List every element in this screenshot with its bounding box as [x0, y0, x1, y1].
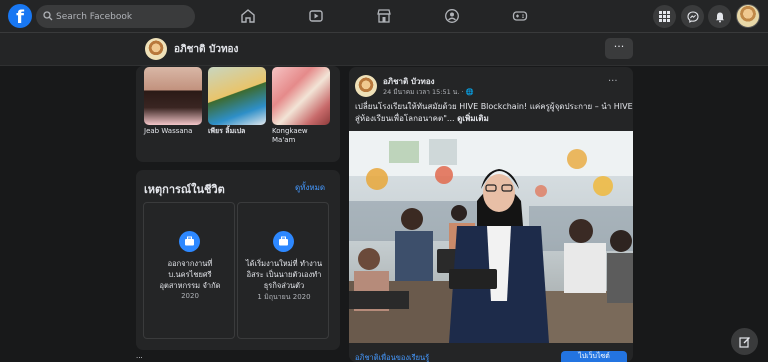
- notifications-button[interactable]: [708, 5, 731, 28]
- top-navigation-bar: f: [0, 0, 768, 33]
- briefcase-icon: [273, 231, 294, 252]
- menu-grid-icon: [659, 11, 670, 22]
- search-icon: [43, 11, 53, 21]
- life-event-tile[interactable]: ได้เริ่มงานใหม่ที่ ทำงานอิสระ เป็นนายตัว…: [237, 202, 329, 339]
- friend-name[interactable]: เพียร ลิ้มเปล: [208, 127, 266, 136]
- bell-icon: [715, 12, 724, 22]
- post-text: เปลี่ยนโรงเรียนให้ทันสมัยด้วย HIVE Block…: [355, 101, 635, 125]
- life-event-text: ออกจากงานที่ บ.นครไชยศรี อุตสาหกรรม จำกั…: [159, 259, 221, 290]
- post-action-button[interactable]: ไปเว็บไซต์: [561, 351, 627, 362]
- menu-button[interactable]: [653, 5, 676, 28]
- profile-header-bar: อภิชาติ บัวทอง ···: [0, 33, 768, 65]
- profile-avatar[interactable]: [145, 38, 167, 60]
- friend-item[interactable]: Kongkaew Ma'am: [272, 67, 330, 145]
- facebook-logo-icon[interactable]: f: [8, 4, 32, 28]
- post-author-avatar[interactable]: [355, 75, 377, 97]
- life-event-date: 2020: [181, 292, 199, 300]
- friend-item[interactable]: Jeab Wassana: [144, 67, 202, 136]
- messenger-icon: [686, 10, 699, 23]
- search-input[interactable]: [56, 5, 190, 28]
- video-icon[interactable]: [308, 8, 324, 24]
- see-more-link[interactable]: ดูเพิ่มเติม: [457, 114, 489, 123]
- profile-more-button[interactable]: ···: [605, 38, 633, 59]
- search-box[interactable]: [36, 5, 195, 28]
- messenger-button[interactable]: [681, 5, 704, 28]
- gaming-icon[interactable]: [512, 8, 528, 24]
- post-more-button[interactable]: ···: [608, 76, 618, 87]
- friend-name[interactable]: Jeab Wassana: [144, 127, 202, 136]
- friend-photo[interactable]: [144, 67, 202, 125]
- profile-name[interactable]: อภิชาติ บัวทอง: [174, 42, 238, 57]
- marketplace-icon[interactable]: [376, 8, 392, 24]
- compose-icon: [738, 336, 750, 348]
- life-event-date: 1 มิถุนายน 2020: [257, 293, 311, 301]
- briefcase-icon: [179, 231, 200, 252]
- friend-item[interactable]: เพียร ลิ้มเปล: [208, 67, 266, 136]
- post-image-classroom[interactable]: [349, 131, 633, 343]
- about-snippet-text: ...: [136, 352, 143, 360]
- new-message-button[interactable]: [731, 328, 758, 355]
- friend-photo[interactable]: [208, 67, 266, 125]
- life-event-tile[interactable]: ออกจากงานที่ บ.นครไชยศรี อุตสาหกรรม จำกั…: [143, 202, 235, 339]
- account-avatar[interactable]: [736, 4, 760, 28]
- friend-photo[interactable]: [272, 67, 330, 125]
- post-timestamp[interactable]: 24 มีนาคม เวลา 15:51 น. · 🌐: [383, 87, 474, 97]
- groups-icon[interactable]: [444, 8, 460, 24]
- home-icon[interactable]: [240, 8, 256, 24]
- life-events-title: เหตุการณ์ในชีวิต: [144, 183, 225, 196]
- header-divider: [0, 65, 768, 66]
- post-caption-link[interactable]: อภิชาติเพื่อนของเรียนรู้: [355, 352, 429, 362]
- life-events-see-all-link[interactable]: ดูทั้งหมด: [295, 181, 325, 194]
- post-text-body: เปลี่ยนโรงเรียนให้ทันสมัยด้วย HIVE Block…: [355, 102, 633, 123]
- life-event-text: ได้เริ่มงานใหม่ที่ ทำงานอิสระ เป็นนายตัว…: [245, 259, 323, 290]
- friend-name[interactable]: Kongkaew Ma'am: [272, 127, 330, 145]
